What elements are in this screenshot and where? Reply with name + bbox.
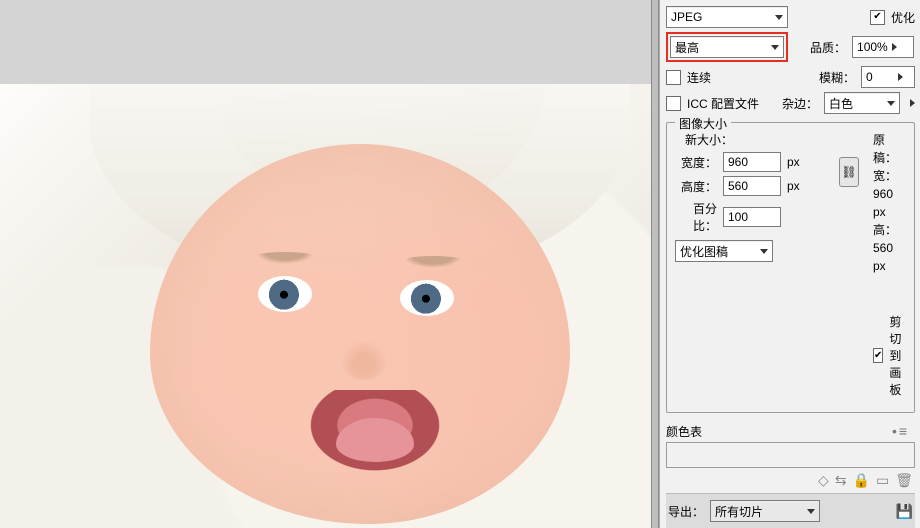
percent-input[interactable]: 100 xyxy=(723,207,781,227)
height-label: 高度： xyxy=(675,178,717,195)
width-input[interactable]: 960 xyxy=(723,152,781,172)
quality-preset-select[interactable]: 最高 xyxy=(670,36,784,58)
clip-checkbox[interactable] xyxy=(873,348,883,363)
percent-label: 百分比： xyxy=(675,200,717,234)
more-icon[interactable]: •≡ xyxy=(892,423,909,439)
export-footer: 导出： 所有切片 💾 xyxy=(666,493,915,528)
image-size-title: 图像大小 xyxy=(675,115,731,132)
progressive-checkbox[interactable] xyxy=(666,70,681,85)
width-label: 宽度： xyxy=(675,154,717,171)
icc-label: ICC 配置文件 xyxy=(687,95,759,112)
app-root: JPEG 优化 最高 品质： 100% xyxy=(0,0,920,528)
preview-blank-area xyxy=(0,0,651,84)
export-value: 所有切片 xyxy=(715,503,803,520)
image-size-group: 图像大小 新大小： 宽度： 960 px 高度： 560 px xyxy=(666,122,915,413)
save-icon[interactable]: 💾 xyxy=(896,503,913,520)
matte-label: 杂边： xyxy=(782,95,818,112)
quality-preset-value: 最高 xyxy=(675,39,767,56)
matte-value: 白色 xyxy=(829,95,883,112)
new-size-label: 新大小： xyxy=(685,131,825,148)
color-table-toolbar: ◇ ⇆ 🔒 ▭ 🗑 xyxy=(816,468,915,493)
swap-icon[interactable]: ⇆ xyxy=(835,472,847,489)
export-label: 导出： xyxy=(668,503,704,520)
blur-label: 模糊： xyxy=(819,69,855,86)
optimize-art-value: 优化图稿 xyxy=(680,243,756,260)
quality-label: 品质： xyxy=(810,39,846,56)
orig-height-value: 560 px xyxy=(873,241,893,273)
quality-value: 100% xyxy=(857,40,888,54)
blur-value: 0 xyxy=(866,70,894,84)
orig-width-value: 960 px xyxy=(873,187,893,219)
preview-image[interactable] xyxy=(0,84,651,528)
orig-width-label: 宽： xyxy=(873,169,897,183)
optimize-label: 优化 xyxy=(891,9,915,26)
blur-stepper[interactable]: 0 xyxy=(861,66,915,88)
color-table-title: 颜色表 •≡ xyxy=(666,423,915,440)
px-unit: px xyxy=(787,155,800,169)
icc-checkbox[interactable] xyxy=(666,96,681,111)
trash-icon[interactable]: 🗑 xyxy=(895,472,913,489)
matte-select[interactable]: 白色 xyxy=(824,92,900,114)
chevron-down-icon xyxy=(775,15,783,20)
orig-height-label: 高： xyxy=(873,223,897,237)
new-icon[interactable]: ▭ xyxy=(876,472,889,489)
arrow-right-icon xyxy=(892,43,897,51)
height-input[interactable]: 560 xyxy=(723,176,781,196)
arrow-right-icon xyxy=(898,73,903,81)
settings-panel: JPEG 优化 最高 品质： 100% xyxy=(659,0,920,528)
chevron-down-icon xyxy=(807,509,815,514)
diamond-icon[interactable]: ◇ xyxy=(818,472,829,489)
optimize-art-select[interactable]: 优化图稿 xyxy=(675,240,773,262)
export-select[interactable]: 所有切片 xyxy=(710,500,820,522)
link-icon[interactable]: ⛓ xyxy=(839,157,859,187)
highlight-box: 最高 xyxy=(666,32,788,62)
preview-pane xyxy=(0,0,651,528)
optimize-checkbox[interactable] xyxy=(870,10,885,25)
chevron-down-icon xyxy=(760,249,768,254)
original-label: 原稿： xyxy=(873,131,906,167)
clip-label: 剪切到画板 xyxy=(889,313,906,398)
progressive-label: 连续 xyxy=(687,69,711,86)
format-select-value: JPEG xyxy=(671,10,771,24)
px-unit: px xyxy=(787,179,800,193)
chevron-down-icon xyxy=(771,45,779,50)
color-table-area[interactable] xyxy=(666,442,915,468)
vertical-divider[interactable] xyxy=(651,0,659,528)
preview-illustration xyxy=(0,84,651,528)
quality-stepper[interactable]: 100% xyxy=(852,36,914,58)
chevron-down-icon xyxy=(887,101,895,106)
lock-icon[interactable]: 🔒 xyxy=(853,472,870,489)
arrow-right-icon xyxy=(910,99,915,107)
format-select[interactable]: JPEG xyxy=(666,6,788,28)
